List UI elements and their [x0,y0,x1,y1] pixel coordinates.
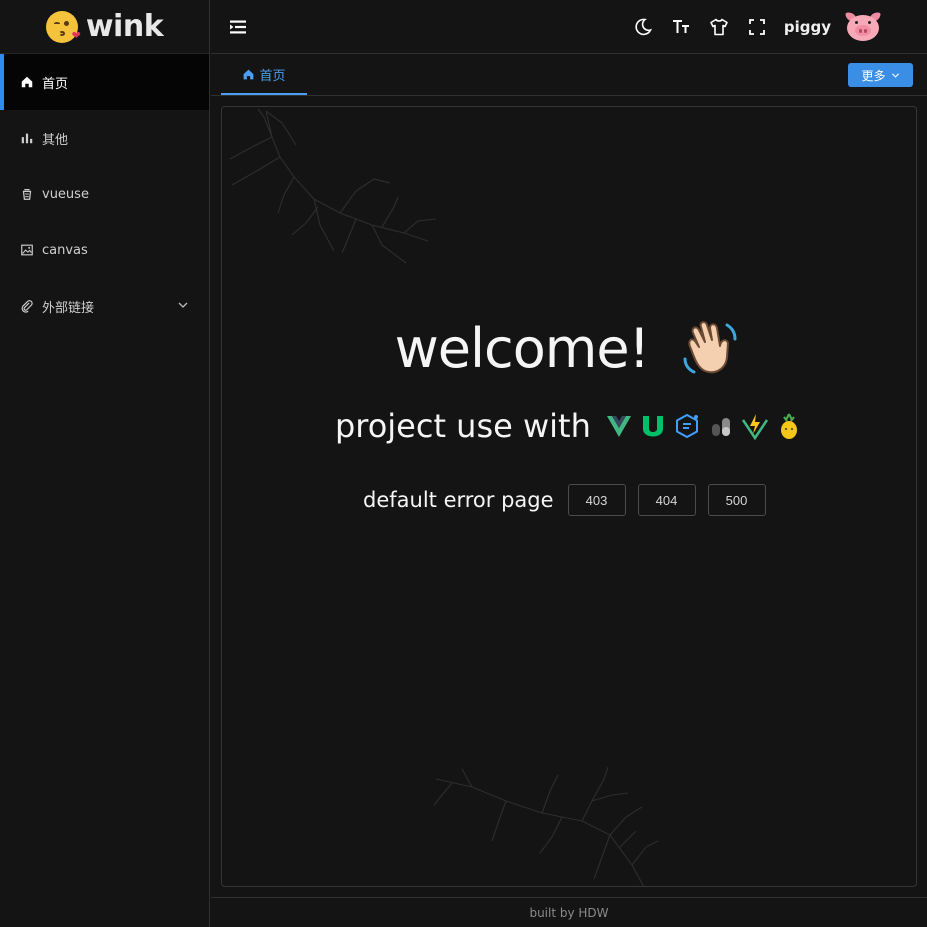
element-icon [676,413,699,439]
cup-icon [22,189,32,200]
sidebar-item-label: 外部链接 [42,300,95,316]
tshirt-icon [710,18,728,35]
sidebar-item-label: 首页 [42,76,69,92]
main-content: welcome! project use with default error … [221,106,917,887]
font-size-button[interactable] [662,12,700,42]
sidebar-item-canvas[interactable]: canvas [0,222,209,278]
footer-text: built by HDW [529,905,609,920]
app-logo[interactable]: ❤ wink [0,0,209,54]
sidebar-item-vueuse[interactable]: vueuse [0,166,209,222]
theme-toggle-button[interactable] [624,12,662,42]
top-bar: piggy [211,0,927,54]
more-tabs-label: 更多 [861,68,886,83]
tech-icons [605,412,803,440]
project-text: project use with [334,407,591,445]
error-404-button[interactable]: 404 [637,484,696,516]
username[interactable]: piggy [784,18,831,36]
waving-hand-icon [683,321,737,374]
home-icon [244,69,254,79]
sidebar-item-label: canvas [42,242,88,258]
pig-avatar-icon[interactable] [845,10,881,42]
welcome-heading: welcome! [222,317,916,385]
menu-fold-icon[interactable] [229,18,247,36]
branch-decoration-top [229,108,437,264]
footer: built by HDW [211,897,927,927]
pineapple-icon [781,413,798,439]
vue-icon [607,416,632,437]
fullscreen-button[interactable] [738,12,776,42]
fullscreen-icon [748,18,765,35]
pinia-icon [712,418,731,436]
moon-icon [635,18,652,35]
nuxt-ui-icon [643,416,664,437]
error-pages-label: default error page [363,488,554,512]
error-pages-row: default error page 403 404 500 [363,484,778,516]
branch-decoration-bottom [433,766,659,886]
bar-chart-icon [21,133,33,144]
project-stack-line: project use with [222,407,916,445]
home-icon [21,76,33,88]
theme-skin-button[interactable] [700,12,738,42]
paperclip-icon [21,300,33,313]
app-logo-text: wink [85,9,164,44]
tab-home[interactable]: 首页 [221,55,307,95]
error-403-button[interactable]: 403 [567,484,626,516]
sidebar-item-other[interactable]: 其他 [0,110,209,166]
sidebar-item-label: 其他 [42,132,69,148]
sidebar-menu: 首页 其他 vueuse canvas 外部链接 [0,54,209,334]
font-size-icon [672,19,689,33]
sidebar-item-external-links[interactable]: 外部链接 [0,278,209,334]
image-icon [21,244,33,256]
welcome-text: welcome! [394,317,651,380]
sidebar-item-home[interactable]: 首页 [0,54,209,110]
more-tabs-button[interactable]: 更多 [848,63,913,87]
sidebar: ❤ wink 首页 其他 vueuse canvas 外部链接 [0,0,210,927]
chevron-down-icon [891,72,899,78]
tab-bar: 首页 更多 [211,55,927,96]
header-tools: piggy [624,10,881,42]
error-500-button[interactable]: 500 [707,484,766,516]
sidebar-item-label: vueuse [42,186,89,202]
tab-label: 首页 [259,68,286,84]
kissing-face-icon: ❤ [45,10,81,43]
vite-icon [742,414,769,440]
chevron-down-icon[interactable] [177,299,189,311]
